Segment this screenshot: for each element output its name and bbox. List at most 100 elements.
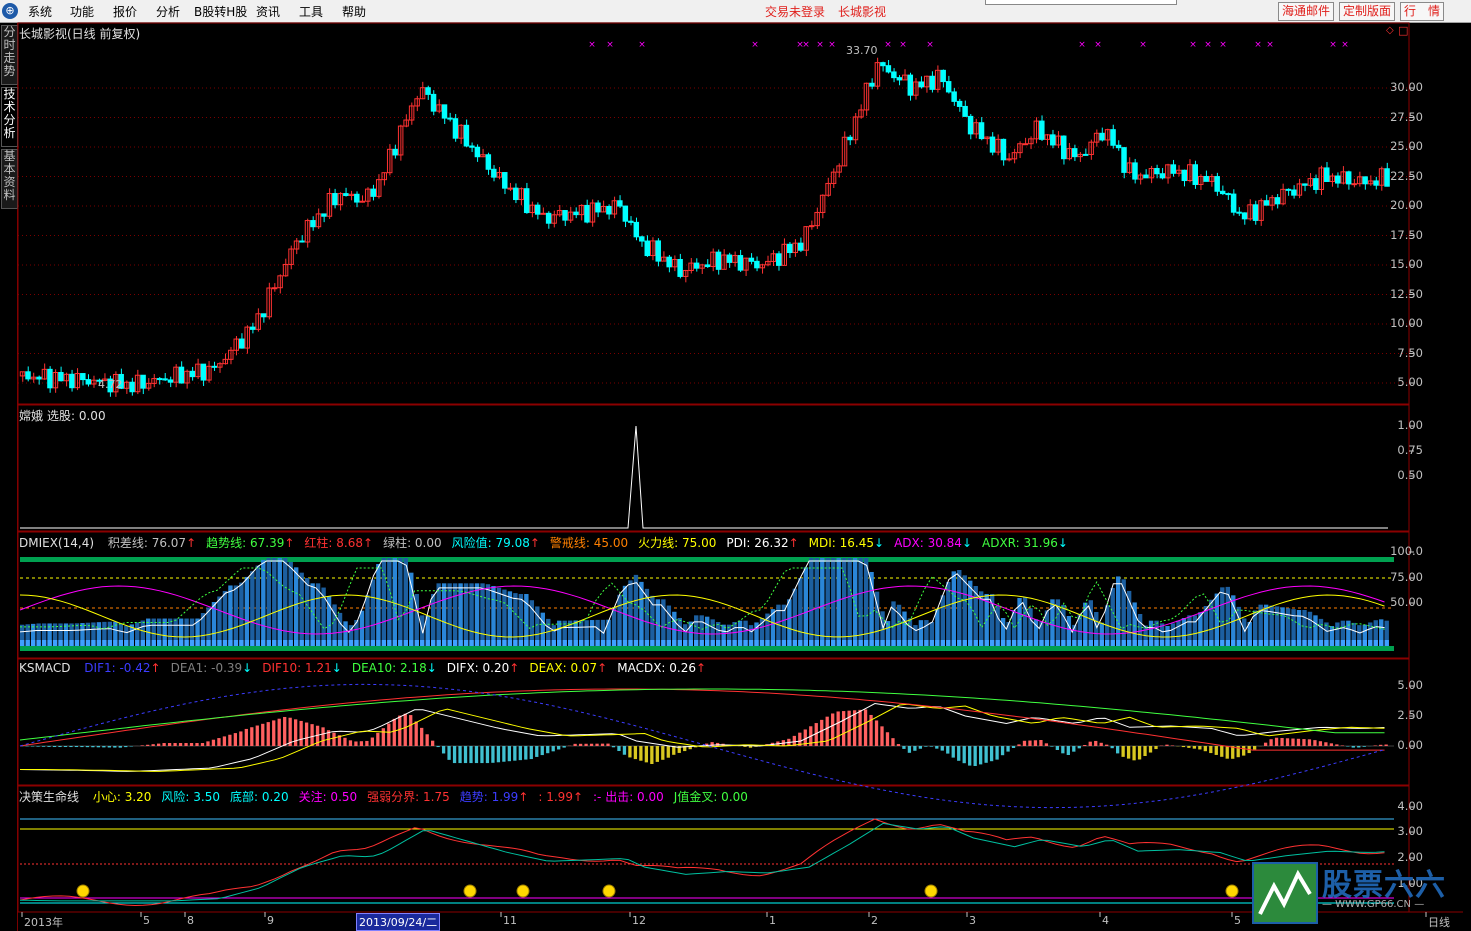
decision-name[interactable]: 决策生命线 [19,790,79,804]
dmiex-base-bar [58,640,63,646]
macd-bar [255,725,259,746]
dmiex-base-bar [1379,640,1384,646]
dmiex-base-bar [1170,640,1176,646]
dmiex-base-bar [968,640,973,646]
candle-body [1006,158,1012,161]
macd-bar [1285,738,1290,746]
candle-body [332,193,338,206]
macd-bar [957,746,961,761]
date-tick-label: 1 [769,914,776,927]
price-tick-label: 15.00 [1390,257,1423,271]
dmiex-base-bar [792,640,798,646]
dmiex-base-bar [1022,640,1028,646]
macd-bar [124,746,128,748]
high-price-label: 33.70 [846,44,878,57]
dmiex-base-bar [995,640,1000,646]
macd-bar [1302,739,1306,746]
macd-bar [557,746,561,750]
dmiex-base-bar [233,640,239,646]
macd-bar [502,746,506,762]
ksmacd-arrow: ↑ [509,661,520,675]
dmiex-base-bar [935,640,940,646]
dmiex-base-bar [1011,640,1017,646]
candle-body [58,371,64,382]
macd-bar [1335,744,1339,746]
macd-bar [918,746,923,749]
dmiex-legend: DMIEX(14,4) 积差线: 76.07↑ 趋势线: 67.39↑ 红柱: 8.… [19,534,1068,551]
dmiex-bar [847,558,852,646]
macd-bar [874,720,879,746]
macd-bar [847,710,851,746]
candle-body [1099,132,1105,141]
dmiex-base-bar [710,640,715,646]
price-tick-label: 27.50 [1390,109,1423,124]
macd-bar [167,743,172,746]
macd-bar [1198,746,1202,750]
dmiex-base-bar [787,640,792,646]
ksmacd-name[interactable]: KSMACD [19,661,70,675]
dmiex-bar [803,567,809,646]
candle-body [1181,169,1188,182]
macd-bar [1094,740,1098,746]
macd-bar [989,746,994,762]
dmiex-bar [266,558,271,646]
dmiex-base-bar [1105,640,1110,646]
date-tick-label: 3 [969,914,976,927]
macd-bar [1006,746,1010,752]
dmiex-base-bar [858,640,863,646]
candle-body [880,62,886,67]
candle-body [929,75,935,90]
dmiex-base-bar [765,640,770,646]
candle-body [1373,180,1379,186]
macd-bar [244,728,248,746]
dmiex-base-bar [184,640,189,646]
macd-bar [600,743,605,746]
macd-bar [107,746,111,748]
signal-marker: × [828,40,836,50]
dmiex-base-bar [162,640,167,646]
dmiex-bar [469,583,474,646]
macd-bar [80,746,84,748]
macd-bar [896,744,901,746]
dmiex-base-bar [74,640,80,646]
right-scroll-strip[interactable] [1463,23,1471,931]
macd-bar [935,746,939,749]
watermark-subtitle: — WWW.GP66.CN — [1322,899,1425,910]
dmiex-base-bar [1039,640,1044,646]
macd-bar [398,715,402,746]
dmiex-base-bar [842,640,847,646]
candle-body [1241,212,1248,220]
panel-frame [17,22,1410,405]
dmiex-base-bar [1274,640,1280,646]
candle-body [945,81,952,93]
macd-bar [458,746,462,764]
dmiex-base-bar [781,640,787,646]
dmiex-bar [261,559,266,646]
dmiex-base-bar [721,640,726,646]
date-tick-label: 8 [187,914,194,927]
window-restore-icon[interactable]: □ [1398,24,1408,37]
ksmacd-arrow: ↓ [426,661,437,675]
decision-item: 强弱分界: 1.75 [367,790,450,804]
macd-bar [995,746,999,760]
candle-body [178,366,185,384]
dmiex-base-bar [683,640,688,646]
dmiex-bar [458,583,463,646]
xuangu-name[interactable]: 嫦娥 [19,407,43,424]
dmiex-bar [1214,593,1220,646]
macd-bar [1346,746,1350,747]
dmiex-base-bar [770,640,776,646]
candle-body [534,204,541,215]
price-tick-label: 7.50 [1397,345,1423,360]
candle-body [1071,148,1078,158]
diamond-icon[interactable]: ◇ [1386,25,1394,36]
dmiex-base-bar [924,640,929,646]
macd-bar [584,743,588,746]
dmiex-base-bar [726,640,732,646]
candle-body [80,373,86,381]
candle-body [321,213,327,217]
candle-body [606,205,612,215]
dmiex-base-bar [140,640,145,646]
dmiex-name[interactable]: DMIEX(14,4) [19,536,94,550]
candle-body [1263,200,1270,206]
